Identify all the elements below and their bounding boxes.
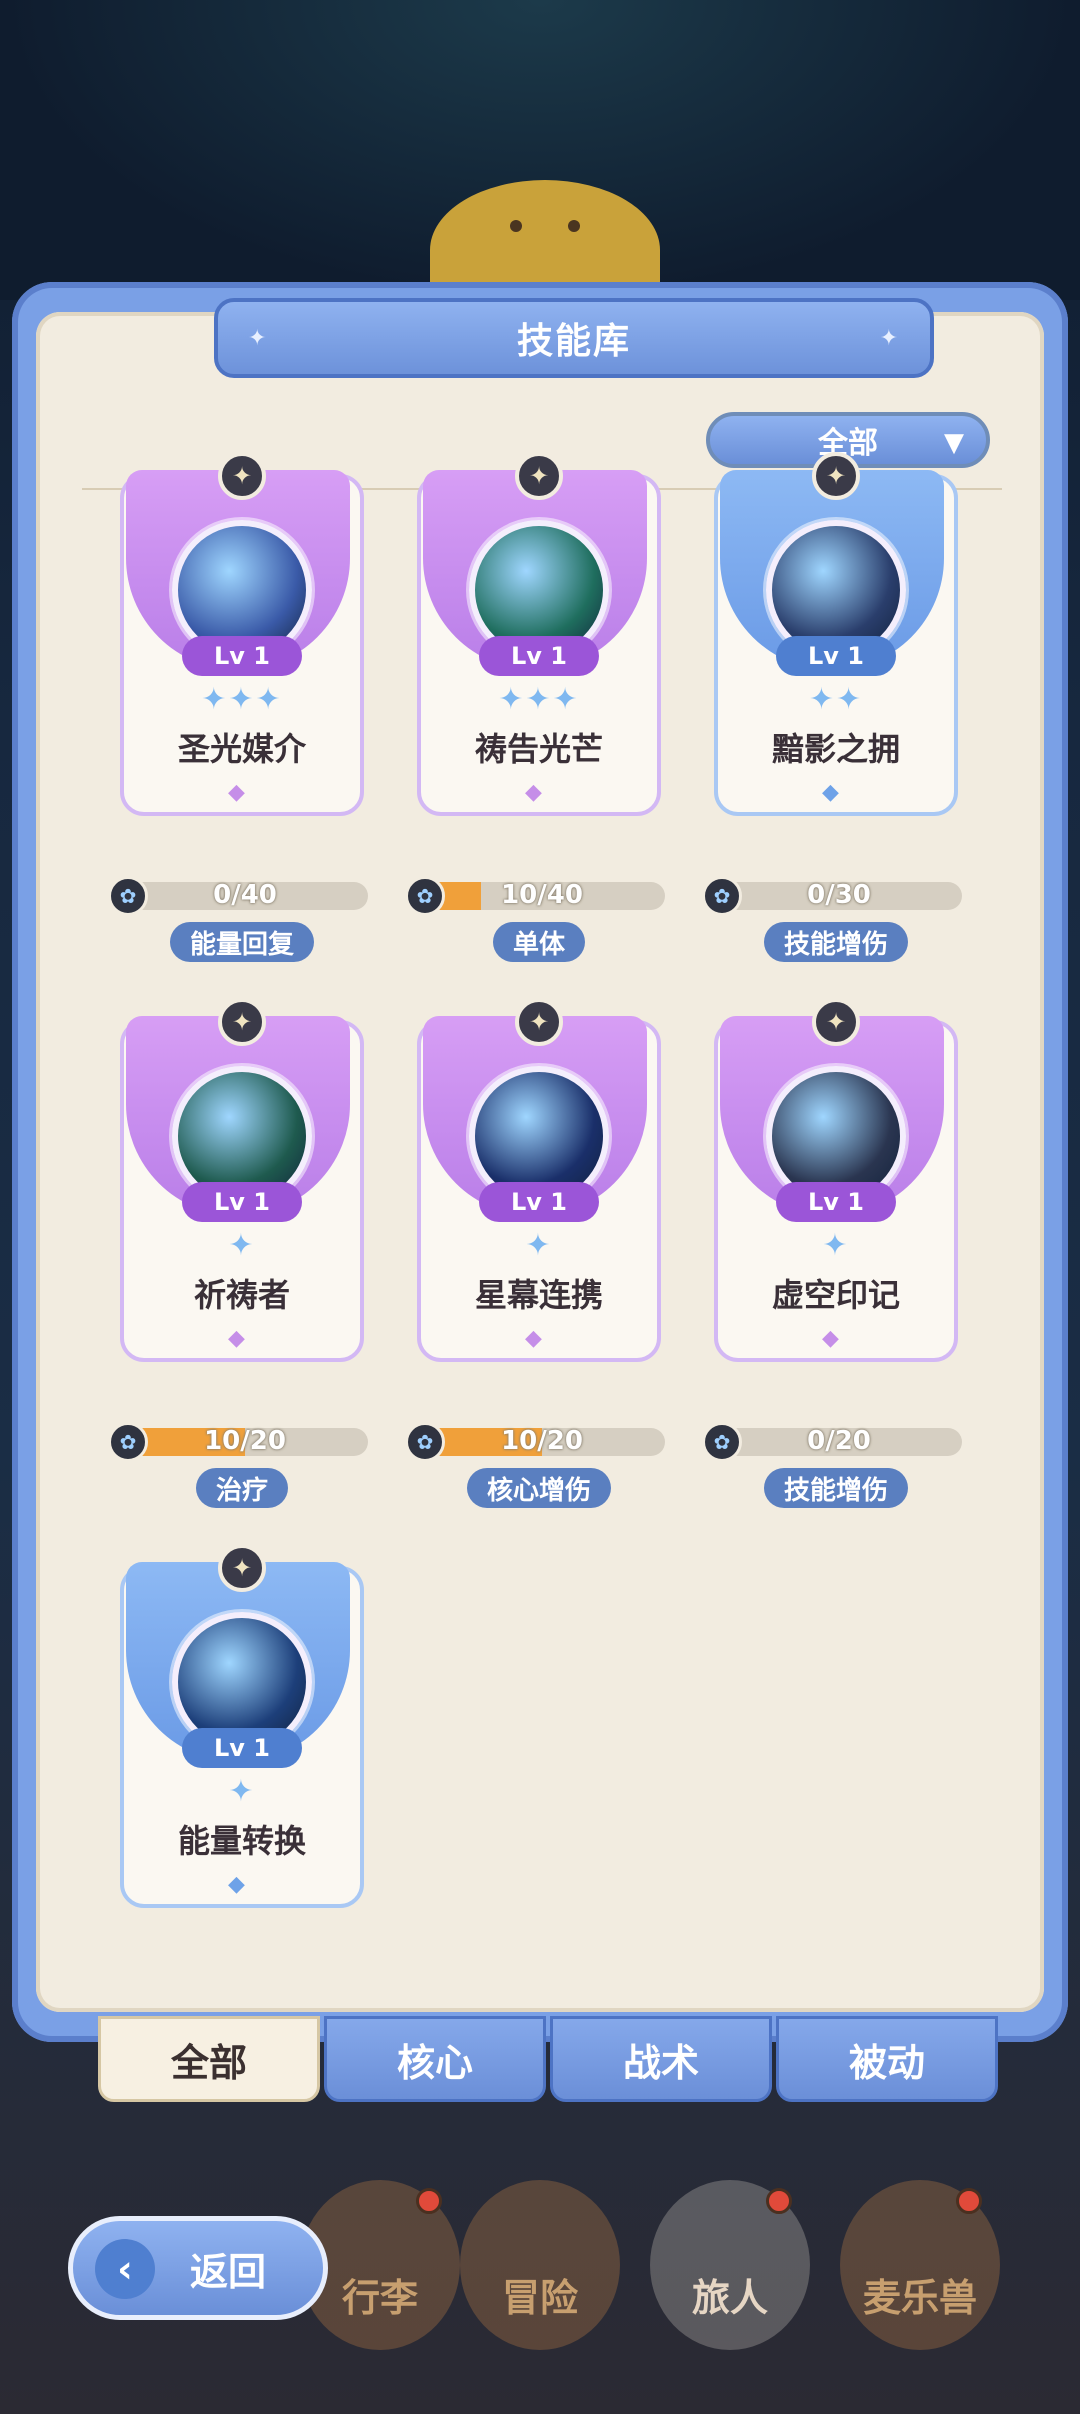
skill-card[interactable]: ✦ Lv 1 ✦✦✦ 圣光媒介 ◆ (120, 452, 364, 816)
progress-text: 0/20 (807, 1426, 871, 1456)
skill-level: Lv 1 (776, 1182, 896, 1222)
skill-level: Lv 1 (479, 1182, 599, 1222)
skill-level: Lv 1 (182, 1182, 302, 1222)
skill-progress: 10/20 ✿ (405, 1422, 665, 1462)
fragment-icon: ✿ (702, 1422, 742, 1462)
fragment-icon: ✿ (108, 876, 148, 916)
skill-progress: 10/20 ✿ (108, 1422, 368, 1462)
skill-name: 能量转换 (177, 1822, 306, 1860)
gem-icon: ◆ (228, 780, 245, 805)
panel-title: 技能库 (516, 321, 631, 362)
skill-card[interactable]: ✦ Lv 1 ✦ 星幕连携 ◆ (417, 998, 661, 1362)
compass-star-icon: ✦ (515, 452, 563, 500)
tab-passive[interactable]: 被动 (776, 2016, 998, 2102)
compass-star-icon: ✦ (515, 998, 563, 1046)
skill-tag: 技能增伤 (763, 922, 909, 962)
skill-name: 虚空印记 (771, 1276, 900, 1314)
progress-text: 10/40 (501, 880, 583, 910)
skill-library-panel: ✦ 技能库 ✦ 全部 ▼ ✦ Lv 1 ✦✦✦ 圣光媒介 ◆ 0/40 ✿ 能量… (12, 282, 1068, 2042)
skill-tag: 能量回复 (169, 922, 315, 962)
notification-dot (956, 2188, 982, 2214)
skill-progress: 0/30 ✿ (702, 876, 962, 916)
nav-pet[interactable]: 麦乐兽 (840, 2180, 1000, 2350)
skill-stars: ✦✦✦ (201, 682, 283, 717)
skill-stars: ✦✦✦ (498, 682, 580, 717)
decor-star-icon: ✦ (879, 326, 900, 351)
skill-level: Lv 1 (479, 636, 599, 676)
gem-icon: ◆ (228, 1872, 245, 1897)
fragment-icon: ✿ (702, 876, 742, 916)
progress-text: 0/30 (807, 880, 871, 910)
notification-dot (766, 2188, 792, 2214)
compass-star-icon: ✦ (812, 452, 860, 500)
notification-dot (416, 2188, 442, 2214)
skill-name: 黯影之拥 (771, 730, 900, 768)
skill-progress: 10/40 ✿ (405, 876, 665, 916)
progress-text: 0/40 (213, 880, 277, 910)
gem-icon: ◆ (822, 780, 839, 805)
tab-core[interactable]: 核心 (324, 2016, 546, 2102)
skill-name: 祈祷者 (193, 1276, 290, 1314)
skill-stars: ✦ (822, 1228, 850, 1263)
skill-name: 圣光媒介 (177, 730, 306, 768)
skill-card[interactable]: ✦ Lv 1 ✦✦ 黯影之拥 ◆ (714, 452, 958, 816)
skill-progress: 0/40 ✿ (108, 876, 368, 916)
skill-progress: 0/20 ✿ (702, 1422, 962, 1462)
skill-name: 祷告光芒 (474, 730, 603, 768)
skill-card[interactable]: ✦ Lv 1 ✦ 祈祷者 ◆ (120, 998, 364, 1362)
skill-card[interactable]: ✦ Lv 1 ✦ 虚空印记 ◆ (714, 998, 958, 1362)
gem-icon: ◆ (525, 780, 542, 805)
skill-stars: ✦ (228, 1228, 256, 1263)
category-tabs: 全部 核心 战术 被动 (98, 2016, 1002, 2104)
fragment-icon: ✿ (405, 876, 445, 916)
back-button[interactable]: ‹ 返回 (68, 2216, 328, 2320)
skill-name: 星幕连携 (474, 1276, 603, 1314)
compass-star-icon: ✦ (218, 1544, 266, 1592)
tab-tactics[interactable]: 战术 (550, 2016, 772, 2102)
gem-icon: ◆ (228, 1326, 245, 1351)
gem-icon: ◆ (822, 1326, 839, 1351)
skill-level: Lv 1 (182, 1728, 302, 1768)
progress-text: 10/20 (204, 1426, 286, 1456)
compass-star-icon: ✦ (812, 998, 860, 1046)
skill-stars: ✦ (525, 1228, 553, 1263)
skill-stars: ✦✦ (808, 682, 864, 717)
skill-tag: 核心增伤 (466, 1468, 612, 1508)
skill-stars: ✦ (228, 1774, 256, 1809)
gem-icon: ◆ (525, 1326, 542, 1351)
skill-tag: 技能增伤 (763, 1468, 909, 1508)
skill-tag: 治疗 (195, 1468, 289, 1508)
panel-title-tab: ✦ 技能库 ✦ (214, 298, 934, 378)
skill-card[interactable]: ✦ Lv 1 ✦ 能量转换 ◆ (120, 1544, 364, 1908)
dropdown-triangle-icon: ▼ (944, 428, 964, 458)
compass-star-icon: ✦ (218, 998, 266, 1046)
fragment-icon: ✿ (108, 1422, 148, 1462)
back-arrow-icon: ‹ (95, 2239, 155, 2299)
compass-star-icon: ✦ (218, 452, 266, 500)
fragment-icon: ✿ (405, 1422, 445, 1462)
skill-level: Lv 1 (182, 636, 302, 676)
skill-tag: 单体 (492, 922, 586, 962)
tab-all[interactable]: 全部 (98, 2016, 320, 2102)
progress-text: 10/20 (501, 1426, 583, 1456)
skill-card[interactable]: ✦ Lv 1 ✦✦✦ 祷告光芒 ◆ (417, 452, 661, 816)
skill-level: Lv 1 (776, 636, 896, 676)
panel-content: ✦ 技能库 ✦ 全部 ▼ ✦ Lv 1 ✦✦✦ 圣光媒介 ◆ 0/40 ✿ 能量… (36, 298, 1044, 2012)
nav-adventure[interactable]: 冒险 (460, 2180, 620, 2350)
decor-star-icon: ✦ (248, 326, 269, 351)
nav-traveler[interactable]: 旅人 (650, 2180, 810, 2350)
